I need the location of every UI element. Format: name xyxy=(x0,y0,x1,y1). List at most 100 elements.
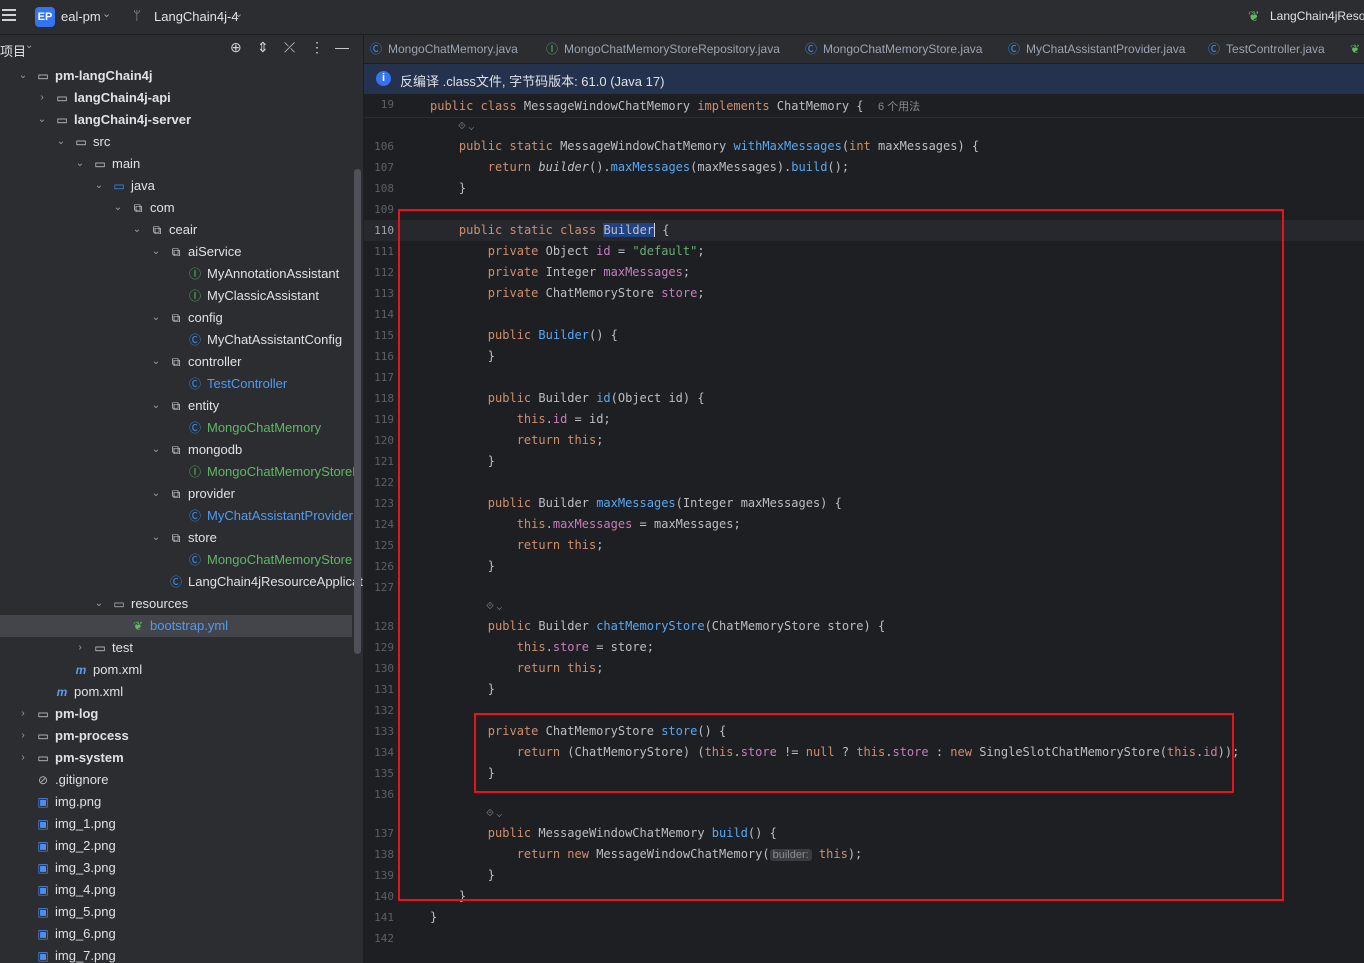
chevron-down-icon[interactable]: ⌄ xyxy=(150,483,162,505)
chevron-down-icon[interactable]: ⌄ xyxy=(150,527,162,549)
code-line[interactable]: 142 xyxy=(364,928,1364,949)
sticky-class-header[interactable]: 19 public class MessageWindowChatMemory … xyxy=(364,95,1364,118)
tree-item[interactable]: ⌄ ▭ resources xyxy=(0,593,363,615)
tree-item[interactable]: ▣ img_4.png xyxy=(0,879,363,901)
tree-item[interactable]: ▣ img.png xyxy=(0,791,363,813)
tree-item[interactable]: ⌄ ▭ src xyxy=(0,131,363,153)
tree-item[interactable]: ⌄ ⧉ store xyxy=(0,527,363,549)
chevron-down-icon[interactable]: ⌄ xyxy=(150,351,162,373)
chevron-down-icon[interactable]: ⌄ xyxy=(150,395,162,417)
class-icon: Ⓒ xyxy=(370,42,383,56)
chevron-right-icon[interactable]: › xyxy=(17,725,29,747)
chevron-right-icon[interactable]: › xyxy=(74,637,86,659)
tree-item[interactable]: ⌄ ▭ langChain4j-server xyxy=(0,109,363,131)
tree-item[interactable]: › ▭ pm-system xyxy=(0,747,363,769)
sidebar-scrollbar[interactable] xyxy=(354,169,361,654)
editor-tab[interactable]: Ⓒ MyChatAssistantProvider.java xyxy=(1008,35,1185,63)
chevron-down-icon[interactable]: ⌄ xyxy=(102,7,111,20)
tree-item[interactable]: ⌄ ⧉ provider xyxy=(0,483,363,505)
chevron-down-icon[interactable]: ⌄ xyxy=(131,219,143,241)
code-vision-hint[interactable]: ⟐ ⌄ xyxy=(364,118,1364,136)
tree-item[interactable]: ⊘ .gitignore xyxy=(0,769,363,791)
tree-item[interactable]: Ⓒ TestController xyxy=(0,373,363,395)
tree-item[interactable]: ❦ bootstrap.yml xyxy=(0,615,352,637)
git-branch-icon[interactable]: ᛘ xyxy=(133,8,141,23)
line-number: 132 xyxy=(374,704,394,717)
options-icon[interactable]: ⋮ xyxy=(310,39,324,56)
tree-item[interactable]: ⌄ ▭ java xyxy=(0,175,363,197)
chevron-down-icon[interactable]: ⌄ xyxy=(150,241,162,263)
branch-selector[interactable]: LangChain4j-4 xyxy=(154,9,239,24)
tree-item[interactable]: Ⓒ MyChatAssistantProvider xyxy=(0,505,363,527)
chevron-right-icon[interactable]: › xyxy=(17,703,29,725)
code-line[interactable]: 106 public static MessageWindowChatMemor… xyxy=(364,136,1364,157)
editor-tab[interactable]: Ⓘ MongoChatMemoryStoreRepository.java xyxy=(546,35,780,63)
line-number: 134 xyxy=(374,746,394,759)
tree-item[interactable]: ▣ img_5.png xyxy=(0,901,363,923)
project-name[interactable]: eal-pm xyxy=(61,9,101,24)
tree-item[interactable]: › ▭ langChain4j-api xyxy=(0,87,363,109)
code-line[interactable]: 141} xyxy=(364,907,1364,928)
tree-item[interactable]: › ▭ pm-log xyxy=(0,703,363,725)
code-line[interactable]: 107 return builder().maxMessages(maxMess… xyxy=(364,157,1364,178)
tree-item[interactable]: Ⓒ MongoChatMemory xyxy=(0,417,363,439)
tree-item[interactable]: ⌄ ▭ main xyxy=(0,153,363,175)
tree-item[interactable]: m pom.xml xyxy=(0,659,363,681)
editor-tab[interactable]: Ⓒ MongoChatMemory.java xyxy=(370,35,518,63)
tree-item[interactable]: ▣ img_2.png xyxy=(0,835,363,857)
tree-item[interactable]: m pom.xml xyxy=(0,681,363,703)
tree-item[interactable]: Ⓘ MyClassicAssistant xyxy=(0,285,363,307)
tree-item[interactable]: ▣ img_6.png xyxy=(0,923,363,945)
tree-item-label: MyAnnotationAssistant xyxy=(207,266,340,281)
tree-item[interactable]: Ⓘ MongoChatMemoryStoreR xyxy=(0,461,363,483)
chevron-down-icon[interactable]: ⌄ xyxy=(17,65,29,87)
editor-tab[interactable]: Ⓒ TestController.java xyxy=(1208,35,1325,63)
spring-run-config-icon[interactable]: ❦ xyxy=(1248,8,1260,25)
tree-item[interactable]: › ▭ test xyxy=(0,637,363,659)
chevron-down-icon[interactable]: ⌄ xyxy=(150,439,162,461)
chevron-down-icon[interactable]: ⌄ xyxy=(74,153,86,175)
tree-item[interactable]: ▣ img_1.png xyxy=(0,813,363,835)
chevron-down-icon[interactable]: ⌄ xyxy=(55,131,67,153)
tree-item[interactable]: ⌄ ⧉ controller xyxy=(0,351,363,373)
chevron-down-icon[interactable]: ⌄ xyxy=(150,307,162,329)
tree-item[interactable]: ⌄ ▭ pm-langChain4j xyxy=(0,65,363,87)
expand-all-icon[interactable]: ⇕ xyxy=(257,39,269,56)
tree-item[interactable]: ▣ img_7.png xyxy=(0,945,363,963)
locate-file-icon[interactable]: ⊕ xyxy=(230,39,242,56)
main-menu-icon[interactable] xyxy=(2,9,16,21)
tree-item-label: ceair xyxy=(169,222,198,237)
chevron-down-icon[interactable]: ⌄ xyxy=(36,109,48,131)
chevron-down-icon[interactable]: ⌄ xyxy=(234,7,243,20)
line-number: 138 xyxy=(374,848,394,861)
project-view-title[interactable]: 项目 xyxy=(0,41,26,60)
chevron-down-icon[interactable]: ⌄ xyxy=(112,197,124,219)
project-badge[interactable]: EP xyxy=(35,7,55,27)
tree-item[interactable]: ⌄ ⧉ config xyxy=(0,307,363,329)
tree-item[interactable]: Ⓒ MongoChatMemoryStore xyxy=(0,549,363,571)
tree-item[interactable]: Ⓒ LangChain4jResourceApplicati xyxy=(0,571,363,593)
tree-item[interactable]: ⌄ ⧉ entity xyxy=(0,395,363,417)
tree-item[interactable]: ▣ img_3.png xyxy=(0,857,363,879)
usages-count[interactable]: 6 个用法 xyxy=(878,101,920,113)
chevron-right-icon[interactable]: › xyxy=(36,87,48,109)
tree-item[interactable]: ⌄ ⧉ aiService xyxy=(0,241,363,263)
hide-icon[interactable]: — xyxy=(335,39,349,55)
tree-item-label: controller xyxy=(188,354,242,369)
chevron-down-icon[interactable]: ⌄ xyxy=(25,40,33,51)
tree-item[interactable]: Ⓘ MyAnnotationAssistant xyxy=(0,263,363,285)
line-number: 119 xyxy=(374,413,394,426)
tree-item[interactable]: ⌄ ⧉ com xyxy=(0,197,363,219)
editor-tab[interactable]: Ⓒ MongoChatMemoryStore.java xyxy=(805,35,982,63)
chevron-down-icon[interactable]: ⌄ xyxy=(93,175,105,197)
tree-item[interactable]: Ⓒ MyChatAssistantConfig xyxy=(0,329,363,351)
chevron-down-icon[interactable]: ⌄ xyxy=(93,593,105,615)
tree-item[interactable]: › ▭ pm-process xyxy=(0,725,363,747)
spring-config-tab-icon[interactable]: ❦ xyxy=(1350,35,1360,63)
chevron-right-icon[interactable]: › xyxy=(17,747,29,769)
collapse-all-icon[interactable]: ⤫ xyxy=(284,39,295,56)
tree-item[interactable]: ⌄ ⧉ ceair xyxy=(0,219,363,241)
code-line[interactable]: 108 } xyxy=(364,178,1364,199)
tree-item[interactable]: ⌄ ⧉ mongodb xyxy=(0,439,363,461)
run-configuration-selector[interactable]: LangChain4jResou xyxy=(1270,9,1364,23)
